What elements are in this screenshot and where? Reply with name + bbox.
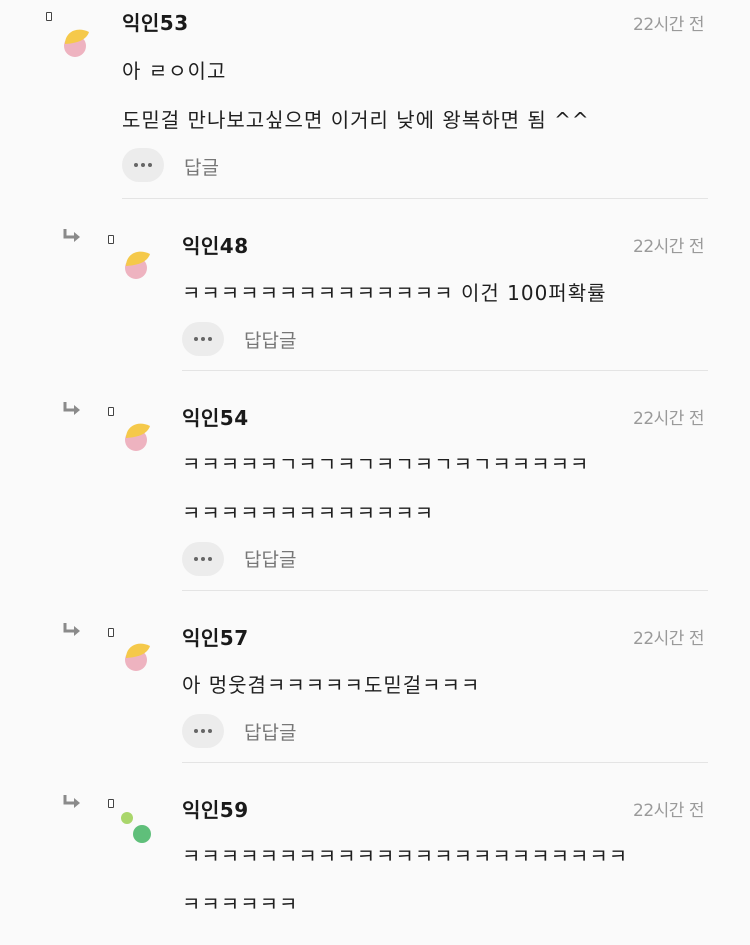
divider — [122, 198, 708, 199]
reply-button[interactable]: 답답글 — [244, 718, 296, 745]
comment-text-line: ㅋㅋㅋㅋㅋㄱㅋㄱㅋㄱㅋㄱㅋㄱㅋㄱㅋㅋㅋㅋㅋ — [182, 452, 590, 476]
more-options-button[interactable] — [182, 542, 224, 576]
report-flag-icon[interactable] — [108, 407, 114, 416]
reply-button[interactable]: 답답글 — [244, 545, 296, 572]
comment-text-line: 아 ㄹㅇ이고 — [122, 59, 227, 83]
avatar-sun-moon-icon — [125, 643, 150, 671]
report-flag-icon[interactable] — [46, 12, 52, 21]
divider — [182, 762, 708, 763]
report-flag-icon[interactable] — [108, 628, 114, 637]
divider — [182, 590, 708, 591]
timestamp: 22시간 전 — [633, 801, 704, 821]
comment-text-line: ㅋㅋㅋㅋㅋㅋㅋㅋㅋㅋㅋㅋㅋㅋ 이건 100퍼확률 — [182, 281, 607, 305]
comment-item: 익인53 22시간 전 아 ㄹㅇ이고 도믿걸 만나보고싶으면 이거리 낮에 왕복… — [0, 0, 750, 200]
reply-button[interactable]: 답글 — [184, 153, 219, 180]
comment-text-line: ㅋㅋㅋㅋㅋㅋㅋㅋㅋㅋㅋㅋㅋㅋㅋㅋㅋㅋㅋㅋㅋㅋㅋ — [182, 844, 629, 868]
timestamp: 22시간 전 — [633, 629, 704, 649]
reply-arrow-icon — [63, 402, 80, 415]
report-flag-icon[interactable] — [108, 235, 114, 244]
nickname: 익인53 — [122, 11, 189, 35]
comment-text-line: ㅋㅋㅋㅋㅋㅋㅋㅋㅋㅋㅋㅋㅋ — [182, 501, 435, 525]
nickname: 익인48 — [182, 234, 249, 258]
avatar-green-dots-icon — [121, 812, 151, 843]
more-options-button[interactable] — [182, 714, 224, 748]
more-options-button[interactable] — [122, 148, 164, 182]
reply-arrow-icon — [63, 795, 80, 808]
nickname: 익인59 — [182, 798, 249, 822]
comment-item: 익인57 22시간 전 아 멍웃겸ㅋㅋㅋㅋㅋ도믿걸ㅋㅋㅋ 답답글 — [0, 592, 750, 764]
reply-button[interactable]: 답답글 — [244, 326, 296, 353]
reply-arrow-icon — [63, 229, 80, 242]
avatar-sun-moon-icon — [125, 251, 150, 279]
comment-item: 익인59 22시간 전 ㅋㅋㅋㅋㅋㅋㅋㅋㅋㅋㅋㅋㅋㅋㅋㅋㅋㅋㅋㅋㅋㅋㅋ ㅋㅋㅋㅋ… — [0, 764, 750, 945]
timestamp: 22시간 전 — [633, 237, 704, 257]
nickname: 익인54 — [182, 406, 249, 430]
timestamp: 22시간 전 — [633, 15, 704, 35]
more-options-button[interactable] — [182, 322, 224, 356]
comment-text-line: 아 멍웃겸ㅋㅋㅋㅋㅋ도믿걸ㅋㅋㅋ — [182, 673, 481, 697]
comment-text-line: ㅋㅋㅋㅋㅋㅋ — [182, 892, 299, 916]
divider — [182, 370, 708, 371]
avatar-sun-moon-icon — [125, 423, 150, 451]
reply-arrow-icon — [63, 623, 80, 636]
comment-item: 익인54 22시간 전 ㅋㅋㅋㅋㅋㄱㅋㄱㅋㄱㅋㄱㅋㄱㅋㄱㅋㅋㅋㅋㅋ ㅋㅋㅋㅋㅋㅋ… — [0, 372, 750, 592]
nickname: 익인57 — [182, 626, 249, 650]
comment-text-line: 도믿걸 만나보고싶으면 이거리 낮에 왕복하면 됨 ^^ — [122, 108, 590, 132]
comment-item: 익인48 22시간 전 ㅋㅋㅋㅋㅋㅋㅋㅋㅋㅋㅋㅋㅋㅋ 이건 100퍼확률 답답글 — [0, 200, 750, 372]
timestamp: 22시간 전 — [633, 409, 704, 429]
avatar-sun-moon-icon — [64, 29, 89, 57]
